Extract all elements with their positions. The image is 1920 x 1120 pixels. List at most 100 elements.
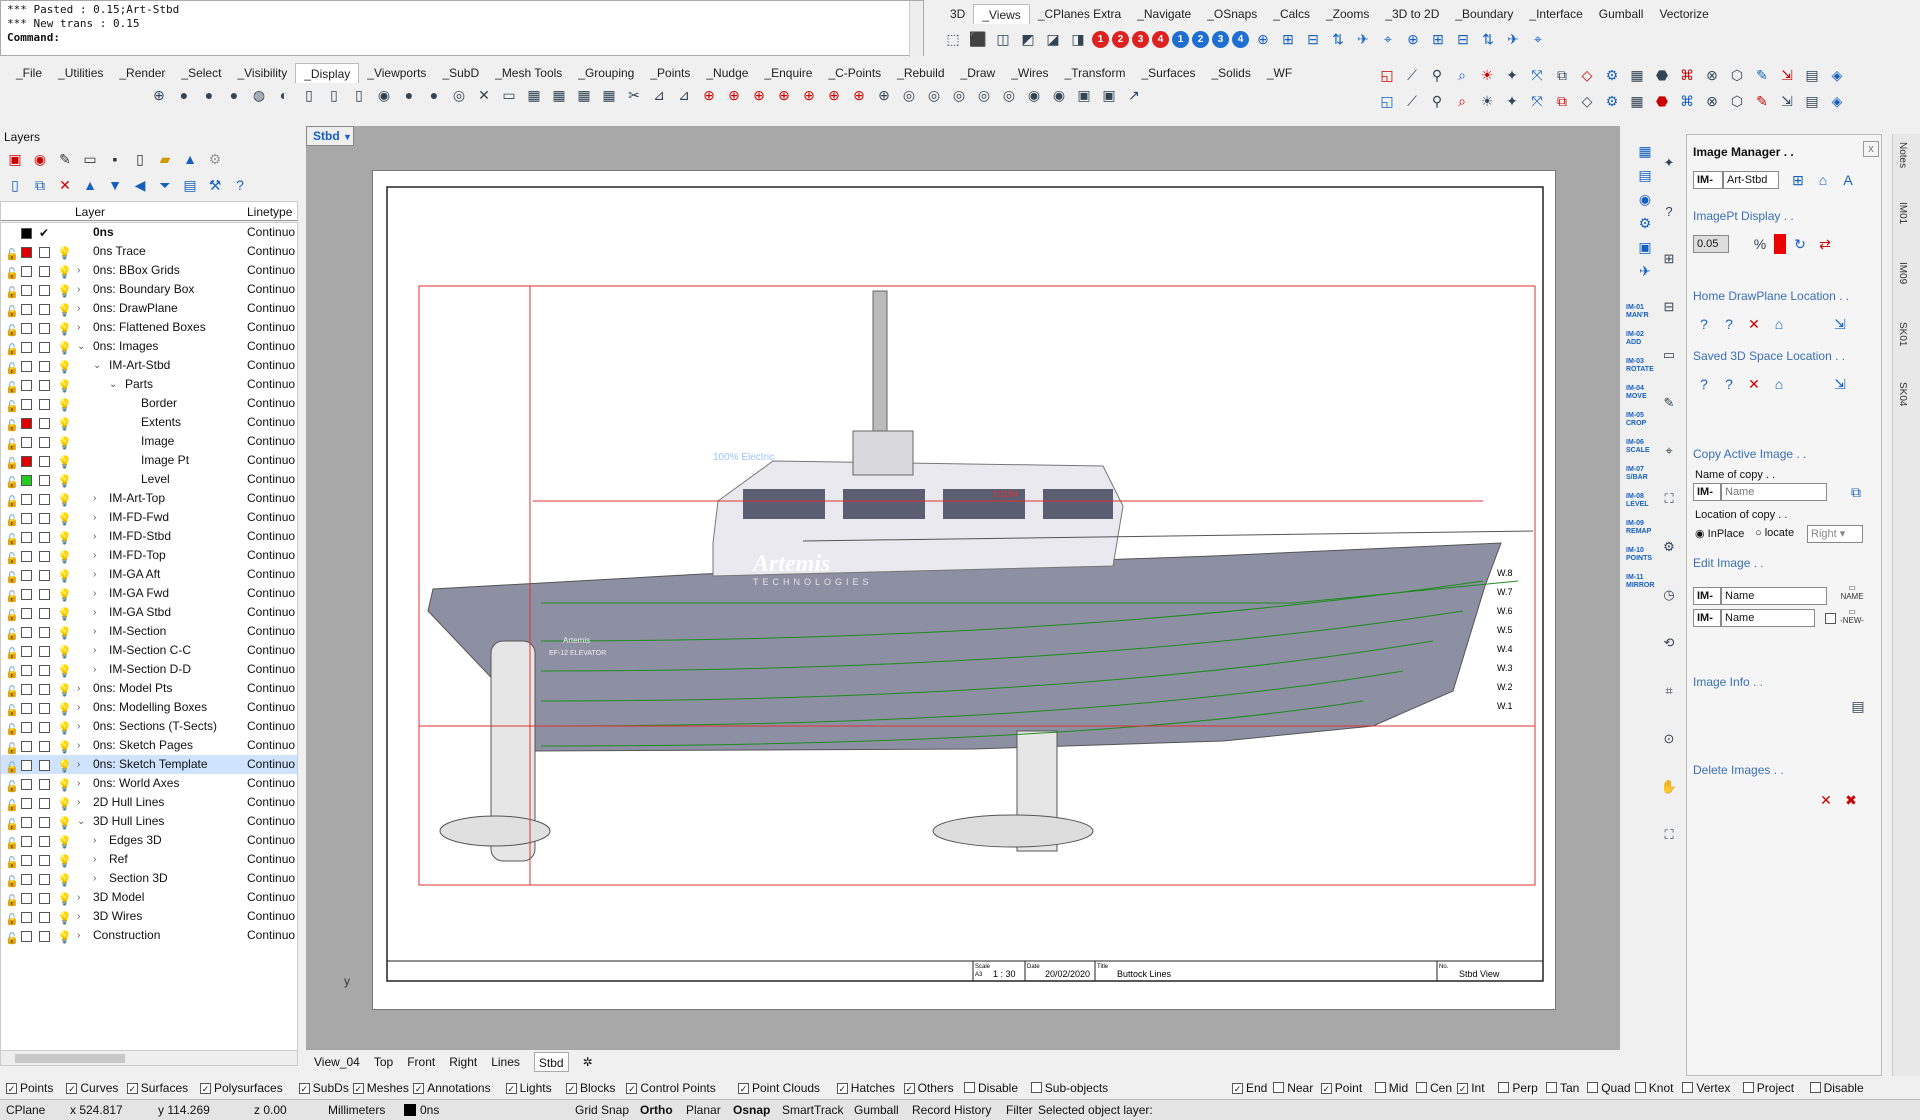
- color-swatch[interactable]: [1774, 234, 1786, 254]
- status-gumball[interactable]: Gumball: [854, 1100, 899, 1120]
- layer-row[interactable]: 🔓 💡 › 0ns: World Axes Continuo: [1, 774, 297, 793]
- layer-row[interactable]: 🔓 💡 › Ref Continuo: [1, 850, 297, 869]
- cplane-icon[interactable]: ⊟: [1452, 28, 1474, 50]
- tool-icon[interactable]: ◱: [1376, 64, 1398, 86]
- layer-color-swatch[interactable]: [21, 817, 32, 828]
- expand-right-icon[interactable]: ›: [93, 641, 96, 660]
- filter-lights[interactable]: ✓ Lights: [505, 1078, 552, 1098]
- view-icon[interactable]: ◨: [1067, 28, 1089, 50]
- display-mode-icon[interactable]: ◎: [448, 84, 470, 106]
- query-location-icon[interactable]: ?: [1693, 373, 1715, 395]
- filter-curves[interactable]: ✓ Curves: [66, 1078, 118, 1098]
- layer-row[interactable]: 🔓 💡 Border Continuo: [1, 394, 297, 413]
- name-button[interactable]: ▭ NAME: [1837, 583, 1867, 601]
- filter-meshes[interactable]: ✓ Meshes: [352, 1078, 409, 1098]
- expand-right-icon[interactable]: ›: [77, 679, 80, 698]
- osnap-project[interactable]: Project: [1742, 1078, 1794, 1098]
- home-location-icon[interactable]: ⌂: [1768, 313, 1790, 335]
- im-copy-name-input[interactable]: [1721, 483, 1827, 501]
- side-tool-icon[interactable]: ✎: [1658, 392, 1680, 414]
- move-down-icon[interactable]: ▼: [104, 174, 126, 196]
- display-mode-icon[interactable]: ▦: [548, 84, 570, 106]
- layer-checkbox[interactable]: [39, 703, 50, 714]
- layer-checkbox[interactable]: [39, 646, 50, 657]
- cplane-icon[interactable]: ⊟: [1302, 28, 1324, 50]
- side-tool-icon[interactable]: ⛶: [1658, 488, 1680, 510]
- display-mode-icon[interactable]: ⊿: [673, 84, 695, 106]
- status-grid-snap[interactable]: Grid Snap: [575, 1100, 629, 1120]
- expand-down-icon[interactable]: ⌄: [77, 812, 85, 831]
- display-mode-icon[interactable]: ⊿: [648, 84, 670, 106]
- pt-swap-icon[interactable]: ⇄: [1814, 233, 1836, 255]
- layer-row[interactable]: 🔓 💡 ⌄ Parts Continuo: [1, 375, 297, 394]
- filter-control-points[interactable]: ✓ Control Points: [626, 1078, 716, 1098]
- tool-icon[interactable]: ⊗: [1701, 64, 1723, 86]
- display-mode-icon[interactable]: ◎: [948, 84, 970, 106]
- tab-wires[interactable]: _Wires: [1003, 63, 1056, 83]
- layer-row[interactable]: 🔓 💡 Level Continuo: [1, 470, 297, 489]
- display-mode-icon[interactable]: ⊕: [148, 84, 170, 106]
- display-icon[interactable]: ▭: [79, 148, 101, 170]
- display-tool-icon[interactable]: ◉: [1634, 188, 1656, 210]
- osnap-point[interactable]: ✓ Point: [1320, 1078, 1362, 1098]
- layer-color-swatch[interactable]: [21, 779, 32, 790]
- display-mode-icon[interactable]: ◉: [1048, 84, 1070, 106]
- color-icon[interactable]: ◉: [29, 148, 51, 170]
- filter-icon[interactable]: ⏷: [154, 174, 176, 196]
- display-mode-icon[interactable]: ◉: [1023, 84, 1045, 106]
- layer-checkbox[interactable]: [39, 380, 50, 391]
- layer-checkbox[interactable]: [39, 722, 50, 733]
- layer-checkbox[interactable]: [39, 361, 50, 372]
- expand-right-icon[interactable]: ›: [93, 489, 96, 508]
- osnap-quad[interactable]: Quad: [1587, 1078, 1631, 1098]
- display-mode-icon[interactable]: ▦: [573, 84, 595, 106]
- tab-rebuild[interactable]: _Rebuild: [889, 63, 952, 83]
- display-mode-icon[interactable]: ▣: [1098, 84, 1120, 106]
- tool-icon[interactable]: ◇: [1576, 90, 1598, 112]
- layer-checkbox[interactable]: [39, 551, 50, 562]
- display-mode-icon[interactable]: ▣: [1073, 84, 1095, 106]
- layer-checkbox[interactable]: [39, 779, 50, 790]
- layer-row[interactable]: 🔓 💡 › 0ns: BBox Grids Continuo: [1, 261, 297, 280]
- layer-color-swatch[interactable]: [21, 532, 32, 543]
- layer-checkbox[interactable]: [39, 570, 50, 581]
- tool-icon[interactable]: ✎: [1751, 90, 1773, 112]
- layer-color-swatch[interactable]: [21, 399, 32, 410]
- display-tool-icon[interactable]: ▦: [1634, 140, 1656, 162]
- expand-right-icon[interactable]: ›: [93, 660, 96, 679]
- layer-checkbox[interactable]: [39, 266, 50, 277]
- layer-checkbox[interactable]: [39, 760, 50, 771]
- tab-draw[interactable]: _Draw: [953, 63, 1004, 83]
- tab-c-points[interactable]: _C-Points: [820, 63, 889, 83]
- expand-right-icon[interactable]: ›: [77, 755, 80, 774]
- layer-color-swatch[interactable]: [21, 456, 32, 467]
- tab-nudge[interactable]: _Nudge: [698, 63, 756, 83]
- layer-row[interactable]: 🔓 💡 › 0ns: Sketch Template Continuo: [1, 755, 297, 774]
- layer-row[interactable]: 🔓 💡 › IM-GA Fwd Continuo: [1, 584, 297, 603]
- display-mode-icon[interactable]: ◐: [273, 84, 295, 106]
- numbered-view-icon[interactable]: 4: [1152, 30, 1169, 48]
- layer-color-swatch[interactable]: [21, 855, 32, 866]
- layer-checkbox[interactable]: [39, 342, 50, 353]
- expand-right-icon[interactable]: ›: [93, 584, 96, 603]
- side-tool-icon[interactable]: ✋: [1658, 776, 1680, 798]
- layer-color-swatch[interactable]: [21, 304, 32, 315]
- expand-down-icon[interactable]: ⌄: [93, 356, 101, 375]
- layer-row[interactable]: 🔓 💡 › 2D Hull Lines Continuo: [1, 793, 297, 812]
- refresh-icon[interactable]: ↻: [1789, 233, 1811, 255]
- status-units[interactable]: Millimeters: [328, 1100, 385, 1120]
- osnap-tan[interactable]: Tan: [1546, 1078, 1579, 1098]
- im-tool-button[interactable]: IM-04 MOVE: [1626, 385, 1654, 401]
- settings-icon[interactable]: ⚙: [204, 148, 226, 170]
- layer-row[interactable]: 🔓 💡 0ns Trace Continuo: [1, 242, 297, 261]
- tool-icon[interactable]: ◈: [1826, 90, 1848, 112]
- layer-color-swatch[interactable]: [21, 380, 32, 391]
- tool-icon[interactable]: ☀: [1476, 90, 1498, 112]
- tool-icon[interactable]: ⟋: [1401, 64, 1423, 86]
- layer-checkbox[interactable]: [39, 874, 50, 885]
- layer-row[interactable]: 🔓 💡 › IM-FD-Top Continuo: [1, 546, 297, 565]
- tab-enquire[interactable]: _Enquire: [756, 63, 820, 83]
- layer-checkbox[interactable]: [39, 513, 50, 524]
- expand-right-icon[interactable]: ›: [77, 926, 80, 945]
- layer-checkbox[interactable]: [39, 931, 50, 942]
